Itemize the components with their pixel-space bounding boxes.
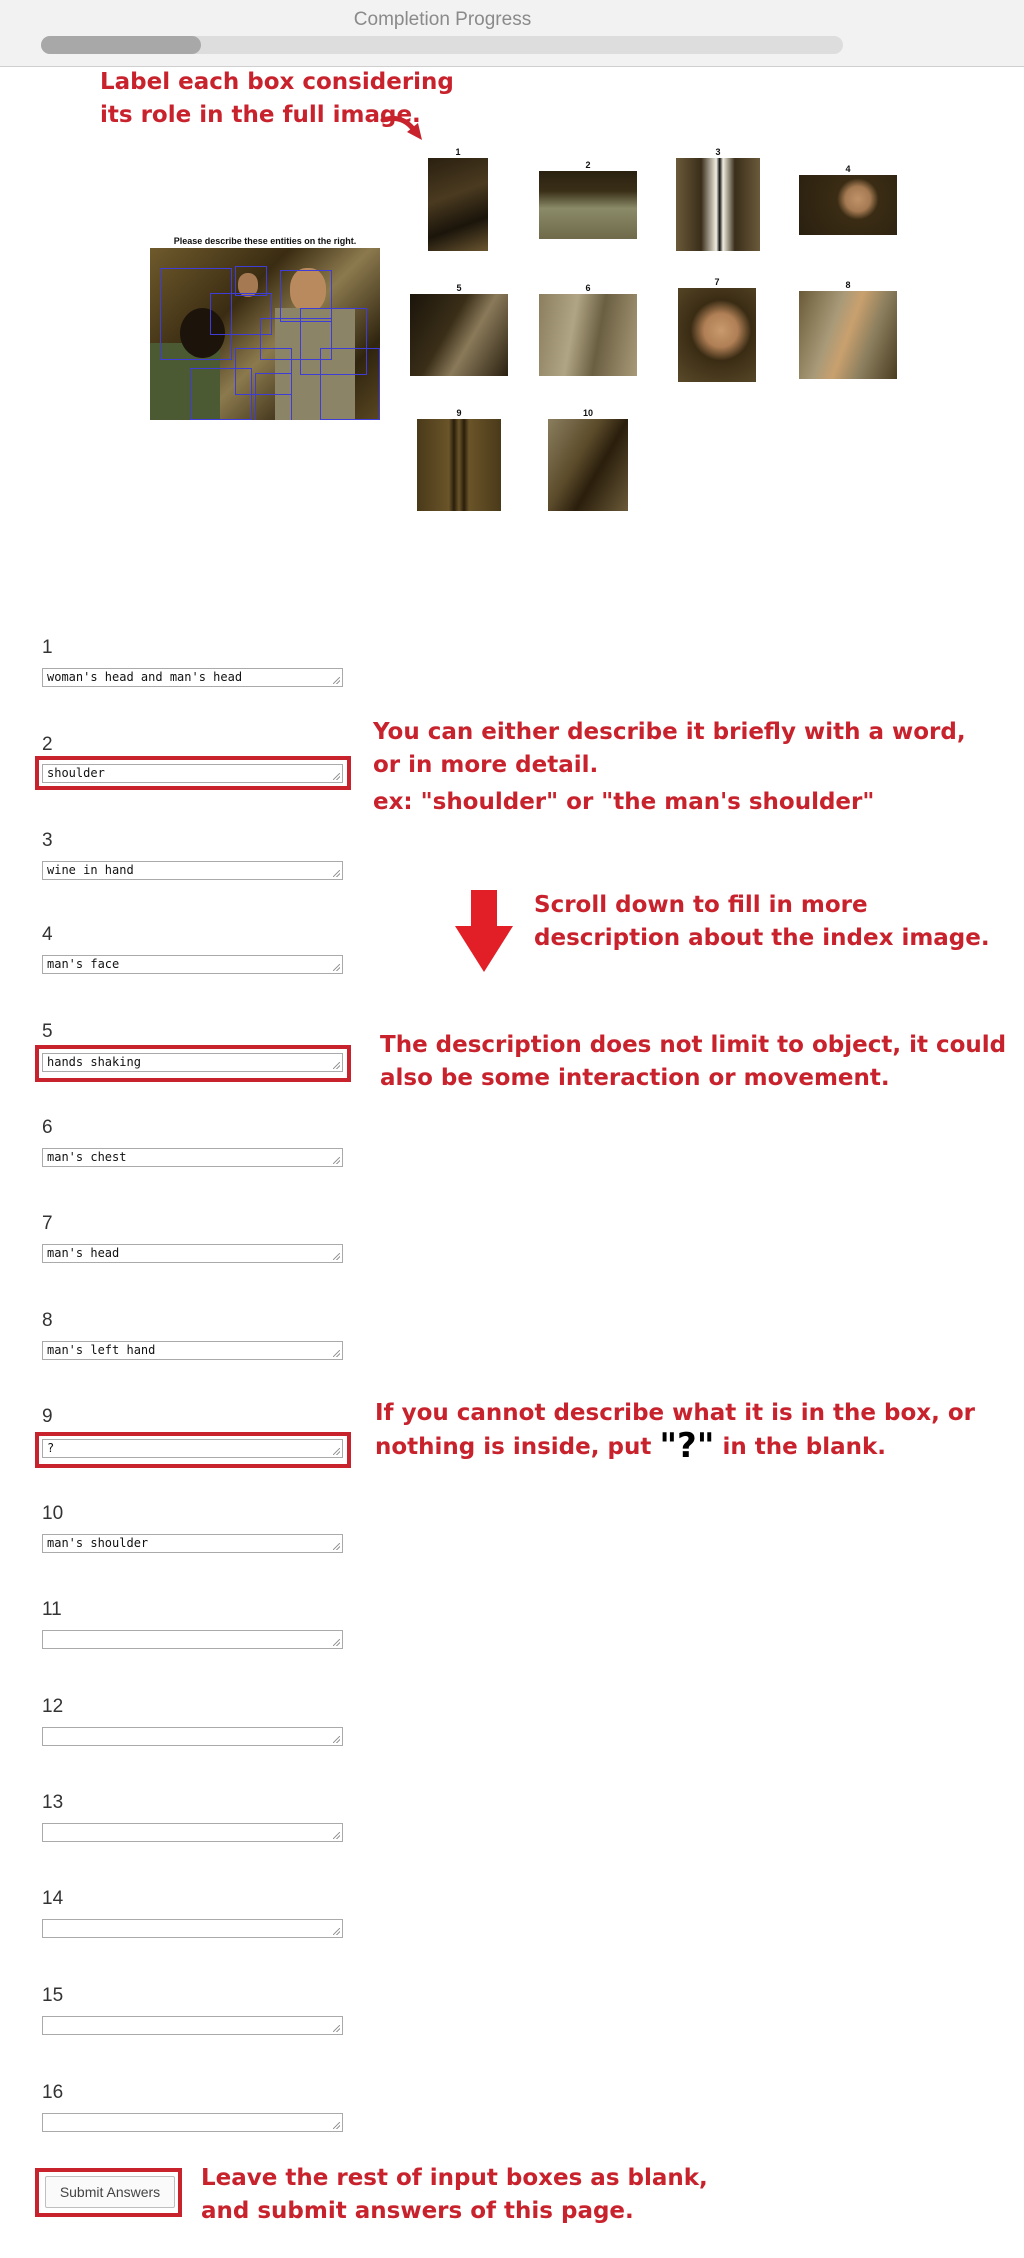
field-label-5: 5 (42, 1021, 53, 1042)
crop-number: 2 (585, 160, 591, 170)
description-field-10[interactable]: man's shoulder (42, 1534, 343, 1553)
field-label-8: 8 (42, 1310, 53, 1331)
description-field-13[interactable] (42, 1823, 343, 1842)
field-label-11: 11 (42, 1599, 62, 1620)
bounding-box (190, 368, 252, 420)
description-field-14[interactable] (42, 1919, 343, 1938)
crop-number: 10 (582, 408, 593, 418)
crop-thumbnail: 2 (539, 160, 637, 239)
annotation-line: The description does not limit to object… (380, 1032, 1007, 1058)
submit-answers-button[interactable]: Submit Answers (45, 2176, 175, 2208)
annotation-line: or in more detail. (373, 752, 599, 778)
annotation-interaction: The description does not limit to object… (380, 1029, 1006, 1095)
description-field-3[interactable]: wine in hand (42, 861, 343, 880)
crop-thumbnail: 3 (676, 147, 760, 251)
crop-thumbnail: 5 (410, 283, 508, 376)
description-field-5[interactable]: hands shaking (42, 1053, 343, 1072)
field-label-10: 10 (42, 1503, 64, 1524)
crop-number: 3 (715, 147, 721, 157)
crop-number: 4 (845, 164, 851, 174)
crop-thumbnail: 6 (539, 283, 637, 376)
crop-image (548, 419, 628, 511)
crop-image (539, 294, 637, 376)
field-label-15: 15 (42, 1985, 64, 2006)
progress-bar (41, 36, 843, 54)
crop-thumbnail: 9 (417, 408, 501, 511)
annotation-leave-rest: Leave the rest of input boxes as blank, … (201, 2162, 708, 2228)
bounding-box (320, 348, 380, 420)
description-field-12[interactable] (42, 1727, 343, 1746)
curved-arrow-icon (380, 115, 422, 140)
field-label-14: 14 (42, 1888, 64, 1909)
annotation-cannot-describe: If you cannot describe what it is in the… (375, 1397, 975, 1464)
field-label-6: 6 (42, 1117, 53, 1138)
annotation-text: nothing is inside, put (375, 1434, 660, 1460)
description-field-11[interactable] (42, 1630, 343, 1649)
annotation-line: also be some interaction or movement. (380, 1065, 890, 1091)
description-field-16[interactable] (42, 2113, 343, 2132)
crop-thumbnail: 10 (548, 408, 628, 511)
field-label-4: 4 (42, 924, 53, 945)
question-mark-emphasis: "?" (659, 1426, 715, 1466)
description-field-15[interactable] (42, 2016, 343, 2035)
crop-thumbnail: 4 (799, 164, 897, 235)
crop-number: 5 (456, 283, 462, 293)
description-field-7[interactable]: man's head (42, 1244, 343, 1263)
annotation-line: nothing is inside, put "?" in the blank. (375, 1429, 975, 1464)
index-image (150, 248, 380, 420)
annotation-line: description about the index image. (534, 925, 990, 951)
index-image-caption: Please describe these entities on the ri… (173, 236, 357, 246)
description-field-8[interactable]: man's left hand (42, 1341, 343, 1360)
arrow-down-icon (455, 890, 513, 972)
field-label-2: 2 (42, 734, 53, 755)
description-field-6[interactable]: man's chest (42, 1148, 343, 1167)
crop-thumbnail: 8 (799, 280, 897, 379)
description-field-4[interactable]: man's face (42, 955, 343, 974)
crop-image (410, 294, 508, 376)
description-field-9[interactable]: ? (42, 1439, 343, 1458)
crop-thumbnail: 7 (678, 277, 756, 382)
crop-image (799, 291, 897, 379)
field-label-12: 12 (42, 1696, 64, 1717)
field-label-13: 13 (42, 1792, 64, 1813)
field-label-9: 9 (42, 1406, 53, 1427)
annotation-line: Label each box considering (100, 69, 454, 95)
annotation-describe-briefly: You can either describe it briefly with … (373, 716, 966, 782)
crop-number: 9 (456, 408, 462, 418)
crop-image (678, 288, 756, 382)
annotation-example: ex: "shoulder" or "the man's shoulder" (373, 789, 875, 815)
crop-number: 1 (455, 147, 461, 157)
annotation-text: in the blank. (714, 1434, 887, 1460)
annotation-line: Leave the rest of input boxes as blank, (201, 2165, 708, 2191)
bounding-box (235, 266, 267, 296)
annotation-line: You can either describe it briefly with … (373, 719, 966, 745)
field-label-7: 7 (42, 1213, 53, 1234)
description-field-1[interactable]: woman's head and man's head (42, 668, 343, 687)
crop-image (417, 419, 501, 511)
field-label-1: 1 (42, 637, 53, 658)
crop-image (799, 175, 897, 235)
crop-image (539, 171, 637, 239)
field-label-16: 16 (42, 2082, 64, 2103)
crop-number: 6 (585, 283, 591, 293)
crop-number: 8 (845, 280, 851, 290)
annotation-scroll-down: Scroll down to fill in more description … (534, 889, 990, 955)
progress-title: Completion Progress (353, 9, 532, 30)
crop-thumbnail: 1 (428, 147, 488, 251)
description-field-2[interactable]: shoulder (42, 764, 343, 783)
annotation-line: Scroll down to fill in more (534, 892, 868, 918)
annotation-line: and submit answers of this page. (201, 2198, 634, 2224)
progress-header: Completion Progress (0, 0, 1024, 67)
crop-number: 7 (714, 277, 720, 287)
bounding-box (255, 373, 292, 420)
crop-image (428, 158, 488, 251)
progress-bar-fill (41, 36, 202, 54)
crop-image (676, 158, 760, 251)
field-label-3: 3 (42, 830, 53, 851)
